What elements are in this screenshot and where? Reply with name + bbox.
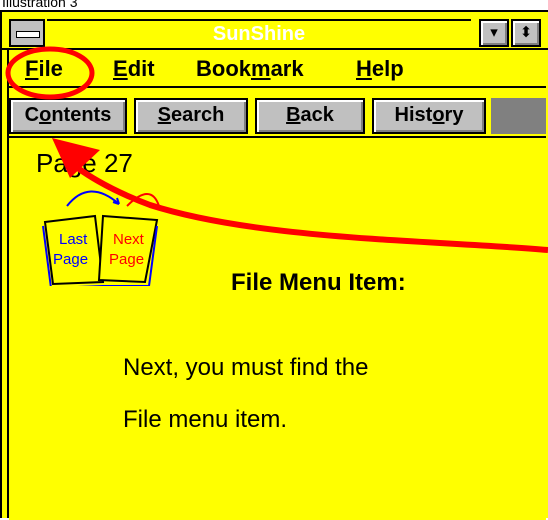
menu-edit-mnemonic: E	[113, 56, 128, 81]
contents-label-start: C	[24, 104, 40, 126]
topic-heading: File Menu Item:	[231, 269, 406, 296]
book-icon[interactable]: Last Page Next Page	[39, 176, 169, 286]
menu-file-mnemonic: F	[25, 56, 39, 81]
search-label: earch	[170, 104, 225, 126]
contents-mnemonic: o	[39, 104, 52, 126]
search-button[interactable]: Search	[134, 98, 248, 134]
button-bar-filler	[491, 98, 546, 134]
history-mnemonic: o	[432, 104, 445, 126]
maximize-icon: ⬍	[519, 24, 533, 41]
book-right-line1: Next	[113, 231, 145, 248]
minimize-icon: ▾	[490, 24, 498, 41]
menu-help[interactable]: Help	[356, 55, 404, 83]
contents-label-end: ntents	[51, 104, 112, 126]
back-mnemonic: B	[286, 104, 301, 126]
menu-help-mnemonic: H	[356, 56, 372, 81]
menu-bookmark-label-end: ark	[270, 56, 304, 81]
body-text-line-2: File menu item.	[123, 406, 288, 433]
history-button[interactable]: History	[372, 98, 486, 134]
sunshine-window: SunShine ▾ ⬍ File Edit Bookmark Help Con…	[0, 10, 548, 520]
book-left-line1: Last	[59, 231, 88, 248]
book-right-line2: Page	[109, 251, 144, 268]
back-button[interactable]: Back	[255, 98, 365, 134]
history-label-end: ry	[444, 104, 464, 126]
page-number: Page 27	[36, 148, 133, 178]
menu-bar: File Edit Bookmark Help	[9, 52, 546, 88]
menu-bookmark-label-start: Book	[196, 56, 251, 81]
button-bar: Contents Search Back History	[9, 88, 546, 138]
search-mnemonic: S	[157, 104, 171, 126]
window-title: SunShine	[212, 23, 306, 45]
minimize-button[interactable]: ▾	[479, 19, 509, 47]
history-label-start: Hist	[394, 104, 433, 126]
illustration-caption: Illustration 3	[2, 0, 78, 10]
maximize-button[interactable]: ⬍	[511, 19, 541, 47]
title-area[interactable]: SunShine	[47, 19, 471, 47]
menu-bookmark-mnemonic: m	[251, 56, 271, 81]
title-bar[interactable]: SunShine ▾ ⬍	[2, 12, 548, 50]
contents-button[interactable]: Contents	[9, 98, 127, 134]
menu-bookmark[interactable]: Bookmark	[196, 55, 304, 83]
menu-edit-label: dit	[127, 56, 155, 81]
help-content: Page 27 Last Page Next Page File Menu It…	[9, 138, 546, 520]
back-label: ack	[300, 104, 334, 126]
body-text-line-1: Next, you must find the	[123, 354, 369, 381]
menu-file[interactable]: File	[25, 55, 63, 83]
menu-edit[interactable]: Edit	[113, 55, 155, 83]
menu-file-label: ile	[38, 56, 63, 81]
book-left-line2: Page	[53, 251, 88, 268]
menu-help-label: elp	[371, 56, 404, 81]
system-menu-icon[interactable]	[9, 19, 45, 47]
